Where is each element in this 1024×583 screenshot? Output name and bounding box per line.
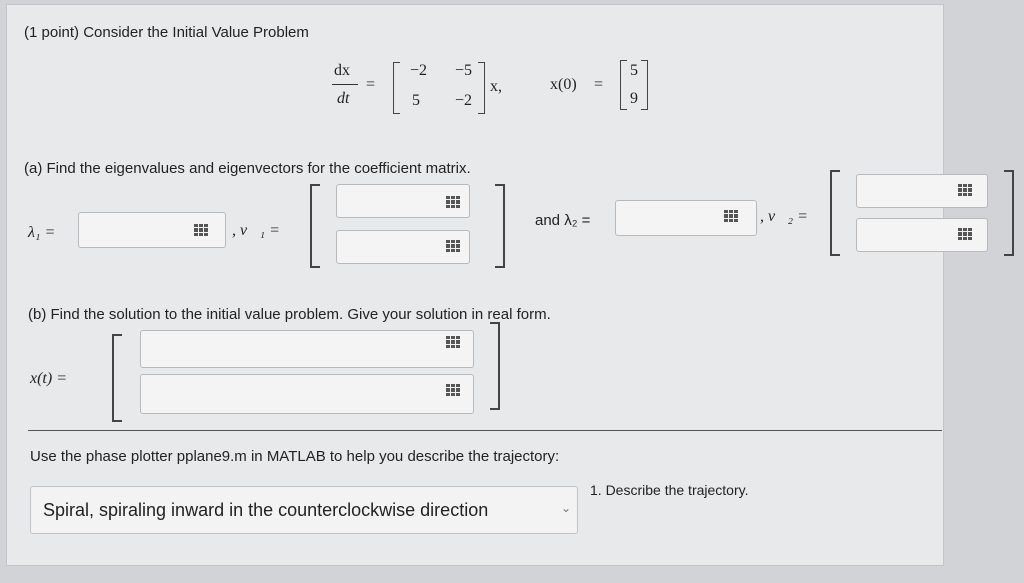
math-palette-icon[interactable]	[446, 196, 460, 208]
matrix-right-bracket	[478, 62, 485, 114]
math-palette-icon[interactable]	[446, 384, 460, 396]
part-b-prompt: (b) Find the solution to the initial val…	[28, 306, 551, 323]
math-palette-icon[interactable]	[446, 336, 460, 348]
trajectory-selected-option: Spiral, spiraling inward in the counterc…	[43, 500, 489, 520]
ode-equals: =	[366, 76, 376, 93]
v1-left-bracket	[310, 184, 320, 268]
xt-component-2-input[interactable]	[140, 374, 474, 414]
section-divider	[28, 430, 942, 431]
math-palette-icon[interactable]	[724, 210, 738, 222]
ode-numerator: dx	[334, 62, 350, 79]
v2-right-bracket	[1004, 170, 1014, 256]
xt-right-bracket	[490, 322, 500, 410]
matrix-a12: −5	[455, 62, 473, 79]
matrix-left-bracket	[393, 62, 400, 114]
ic-value-1: 5	[630, 62, 638, 79]
math-palette-icon[interactable]	[958, 184, 972, 196]
part-a-prompt: (a) Find the eigenvalues and eigenvector…	[24, 160, 471, 177]
and-lambda2-label: and λ₂ =	[535, 212, 591, 229]
math-palette-icon[interactable]	[194, 224, 208, 236]
ode-denominator: dt	[337, 90, 350, 107]
math-palette-icon[interactable]	[446, 240, 460, 252]
xt-label: x(t) =	[30, 370, 67, 387]
lambda1-label: λ₁ =	[28, 224, 56, 241]
ode-x-suffix: x,	[490, 78, 502, 95]
ic-equals: =	[594, 76, 604, 93]
trajectory-select[interactable]: Spiral, spiraling inward in the counterc…	[30, 486, 578, 534]
v1-label: , v⃗₁ =	[232, 222, 280, 239]
v1-right-bracket	[495, 184, 505, 268]
matrix-a11: −2	[410, 62, 428, 79]
v2-label: , v⃗₂ =	[760, 208, 808, 225]
ic-right-bracket	[641, 60, 648, 110]
ic-label: x(0)	[550, 76, 577, 93]
matrix-a21: 5	[412, 92, 420, 109]
xt-left-bracket	[112, 334, 122, 422]
problem-card	[6, 4, 944, 566]
math-palette-icon[interactable]	[958, 228, 972, 240]
matrix-a22: −2	[455, 92, 473, 109]
trajectory-question-label: 1. Describe the trajectory.	[590, 482, 749, 498]
ic-left-bracket	[620, 60, 627, 110]
problem-header: (1 point) Consider the Initial Value Pro…	[24, 24, 309, 41]
phase-prompt: Use the phase plotter pplane9.m in MATLA…	[30, 448, 560, 465]
chevron-down-icon[interactable]: ⌄	[561, 501, 571, 515]
fraction-bar	[332, 84, 358, 85]
ic-value-2: 9	[630, 90, 638, 107]
xt-component-1-input[interactable]	[140, 330, 474, 368]
v2-left-bracket	[830, 170, 840, 256]
